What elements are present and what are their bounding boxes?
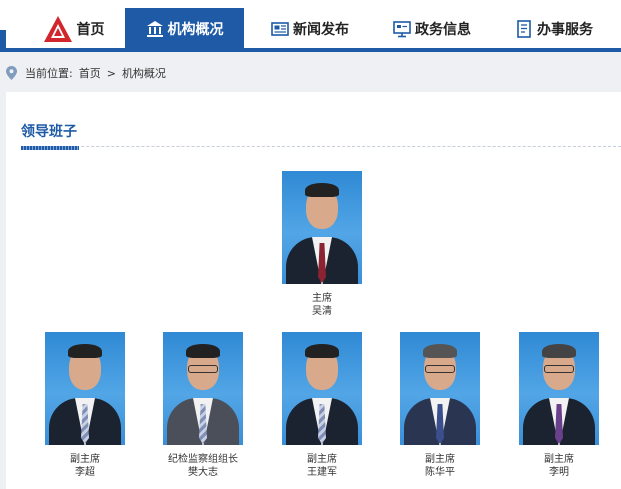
leader-photo[interactable]: [282, 332, 362, 445]
document-icon: [517, 19, 531, 38]
nav-item-institution[interactable]: 机构概况: [125, 8, 244, 49]
leader-card[interactable]: 纪检监察组组长 樊大志: [163, 332, 243, 479]
leader-role: 副主席: [307, 454, 337, 465]
leader-photo[interactable]: [282, 171, 362, 284]
section-divider: [21, 146, 621, 148]
logo-icon: [43, 15, 72, 42]
leader-card[interactable]: 副主席 李超: [45, 332, 125, 479]
breadcrumb-prefix: 当前位置:: [25, 67, 73, 80]
nav-item-label: 首页: [76, 21, 105, 38]
content-panel: 领导班子 主席 吴清 副主席 李超 纪检监察组组长 樊大志 副主席 王建军 副主…: [6, 92, 621, 489]
leader-photo[interactable]: [519, 332, 599, 445]
nav-item-label: 办事服务: [537, 21, 593, 38]
leader-photo[interactable]: [45, 332, 125, 445]
breadcrumb-separator: >: [106, 66, 116, 80]
leader-role: 副主席: [425, 454, 455, 465]
leader-role: 纪检监察组组长: [168, 454, 238, 465]
breadcrumb: 当前位置: 首页 > 机构概况: [0, 56, 621, 90]
leader-name[interactable]: 吴清: [282, 305, 362, 318]
monitor-icon: [393, 20, 411, 37]
nav-item-services[interactable]: 办事服务: [498, 8, 610, 49]
leader-role: 副主席: [70, 454, 100, 465]
leader-name[interactable]: 樊大志: [163, 466, 243, 479]
leader-name[interactable]: 陈华平: [400, 466, 480, 479]
leader-photo[interactable]: [400, 332, 480, 445]
leader-name[interactable]: 王建军: [282, 466, 362, 479]
nav-item-label: 机构概况: [167, 21, 224, 38]
nav-item-news[interactable]: 新闻发布: [254, 8, 366, 49]
newspaper-icon: [271, 21, 289, 36]
leader-card[interactable]: 副主席 陈华平: [400, 332, 480, 479]
leader-name[interactable]: 李超: [45, 466, 125, 479]
nav-underline: [0, 48, 621, 52]
breadcrumb-current: 机构概况: [121, 67, 166, 80]
leader-role: 主席: [312, 293, 332, 304]
leader-card[interactable]: 主席 吴清: [282, 171, 362, 318]
leader-name[interactable]: 李明: [519, 466, 599, 479]
leader-card[interactable]: 副主席 王建军: [282, 332, 362, 479]
breadcrumb-home-link[interactable]: 首页: [79, 65, 101, 81]
section-title: 领导班子: [21, 124, 77, 140]
leader-photo[interactable]: [163, 332, 243, 445]
section-divider-accent: [21, 146, 79, 150]
nav-item-home[interactable]: 首页: [23, 8, 124, 49]
nav-item-government-info[interactable]: 政务信息: [376, 8, 488, 49]
building-icon: [146, 20, 163, 37]
location-pin-icon: [6, 66, 17, 80]
top-nav-bar: 首页 机构概况 新闻发布 政务信息 办事服务: [0, 0, 621, 52]
leader-card[interactable]: 副主席 李明: [519, 332, 599, 479]
nav-item-label: 新闻发布: [293, 21, 349, 38]
leader-role: 副主席: [544, 454, 574, 465]
nav-item-label: 政务信息: [415, 21, 471, 38]
